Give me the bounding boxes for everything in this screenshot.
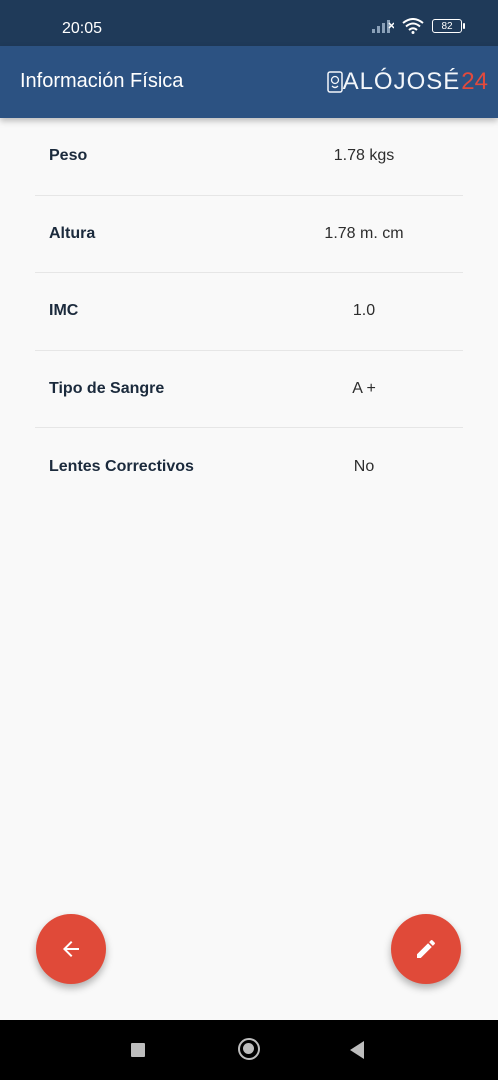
info-value: 1.78 kgs xyxy=(333,147,395,165)
signal-icon xyxy=(372,20,394,33)
info-row-peso: Peso 1.78 kgs xyxy=(35,118,463,196)
system-back-icon[interactable] xyxy=(350,1041,364,1059)
physical-info-list: Peso 1.78 kgs Altura 1.78 m. cm IMC 1.0 … xyxy=(35,118,463,506)
info-label: Altura xyxy=(49,224,96,242)
edit-button[interactable] xyxy=(391,914,461,984)
home-icon[interactable] xyxy=(238,1038,260,1060)
info-label: Peso xyxy=(49,147,88,165)
logo-text: ALÓJOSÉ xyxy=(342,68,461,95)
app-bar: Información Física ALÓJOSÉ 24 xyxy=(0,46,498,118)
pencil-icon xyxy=(417,939,435,958)
info-row-tipo-sangre: Tipo de Sangre A + xyxy=(35,351,463,428)
battery-level: 82 xyxy=(441,20,453,32)
arrow-left-icon xyxy=(63,941,79,957)
info-row-altura: Altura 1.78 m. cm xyxy=(35,196,463,273)
page-title: Información Física xyxy=(20,70,184,92)
wifi-icon xyxy=(402,18,424,34)
info-value: A + xyxy=(352,379,376,397)
recents-icon[interactable] xyxy=(131,1043,145,1057)
back-button[interactable] xyxy=(36,914,106,984)
info-label: IMC xyxy=(49,302,79,320)
info-label: Tipo de Sangre xyxy=(49,379,165,397)
system-nav-bar xyxy=(0,1020,498,1080)
info-row-imc: IMC 1.0 xyxy=(35,273,463,351)
status-time: 20:05 xyxy=(62,20,103,37)
status-icons: 82 xyxy=(372,18,465,34)
info-value: 1.0 xyxy=(352,302,376,320)
status-bar: 20:05 82 xyxy=(0,0,498,46)
info-value: No xyxy=(353,457,375,475)
logo-number: 24 xyxy=(461,68,488,95)
logo-icon xyxy=(326,71,343,93)
battery-icon: 82 xyxy=(432,19,465,33)
info-label: Lentes Correctivos xyxy=(49,457,194,475)
info-row-lentes: Lentes Correctivos No xyxy=(35,428,463,506)
info-value: 1.78 m. cm xyxy=(324,224,404,242)
brand-logo: ALÓJOSÉ 24 xyxy=(326,68,488,96)
